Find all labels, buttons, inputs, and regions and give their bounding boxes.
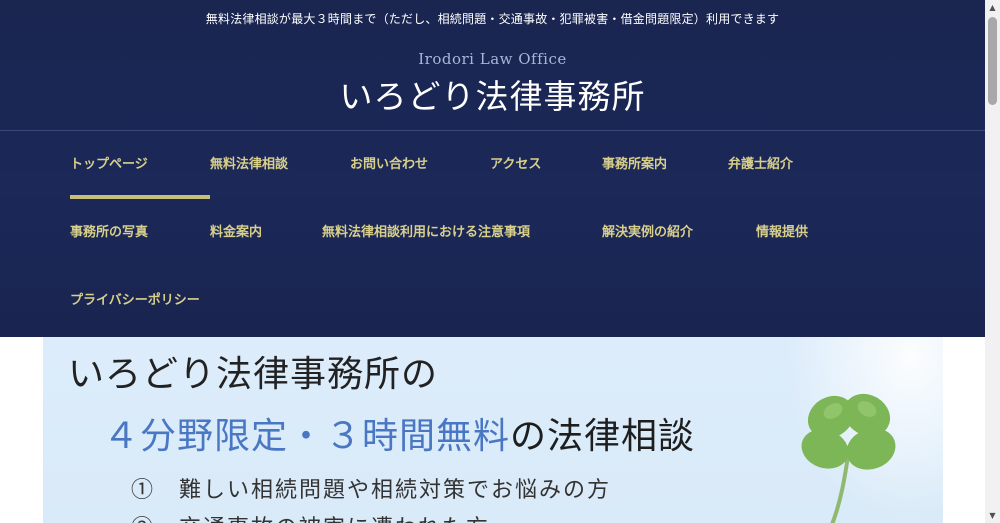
nav-item-contact[interactable]: お問い合わせ — [350, 131, 428, 199]
nav-item-fees[interactable]: 料金案内 — [210, 199, 262, 267]
brand-japanese-name[interactable]: いろどり法律事務所 — [0, 70, 985, 118]
nav-item-information[interactable]: 情報提供 — [756, 199, 808, 267]
hero-list-item: ② 交通事故の被害に遭われた方 — [131, 510, 490, 523]
scrollbar-thumb[interactable] — [988, 17, 997, 105]
hero-highlight-text: ４分野限定・３時間無料 — [103, 416, 511, 457]
nav-item-free-consultation[interactable]: 無料法律相談 — [210, 131, 288, 199]
clover-icon — [801, 393, 896, 523]
nav-item-lawyers[interactable]: 弁護士紹介 — [728, 131, 793, 199]
hero-list-item: ① 難しい相続問題や相続対策でお悩みの方 — [131, 478, 612, 503]
nav-item-office-photos[interactable]: 事務所の写真 — [70, 199, 148, 267]
hero-heading-line2: ４分野限定・３時間無料の法律相談 — [103, 407, 695, 459]
nav-item-case-examples[interactable]: 解決実例の紹介 — [602, 199, 693, 267]
nav-item-consultation-notes[interactable]: 無料法律相談利用における注意事項 — [322, 199, 530, 267]
header-notice: 無料法律相談が最大３時間まで（ただし、相続問題・交通事故・犯罪被害・借金問題限定… — [205, 12, 780, 26]
chevron-up-icon[interactable]: ▲ — [985, 0, 1000, 15]
brand-english-name[interactable]: Irodori Law Office — [0, 50, 985, 68]
page-scrollbar[interactable]: ▲ ▼ — [985, 0, 1000, 523]
nav-item-access[interactable]: アクセス — [490, 131, 541, 199]
chevron-down-icon[interactable]: ▼ — [985, 508, 1000, 523]
hero-heading-rest: の法律相談 — [510, 416, 696, 457]
hero-banner: いろどり法律事務所の ４分野限定・３時間無料の法律相談 ① 難しい相続問題や相続… — [43, 337, 943, 523]
nav-item-privacy-policy[interactable]: プライバシーポリシー — [70, 267, 200, 335]
site-header: 無料法律相談が最大３時間まで（ただし、相続問題・交通事故・犯罪被害・借金問題限定… — [0, 0, 985, 337]
nav-item-top[interactable]: トップページ — [70, 131, 210, 199]
nav-item-office-info[interactable]: 事務所案内 — [602, 131, 667, 199]
hero-heading-line1: いろどり法律事務所の — [68, 354, 439, 395]
